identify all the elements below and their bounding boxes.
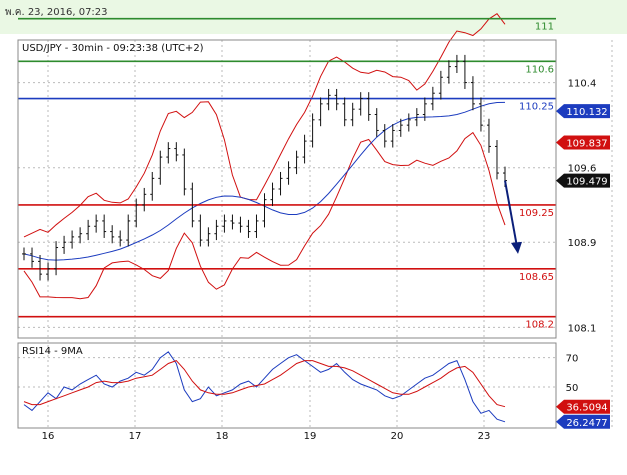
x-tick-5: 23 (478, 431, 491, 442)
moving-average (23, 101, 506, 261)
rsi-badge-1: 26.2477 (556, 414, 610, 429)
level-label-1: 110.6 (525, 64, 554, 75)
rsi-y-tick-0: 70 (566, 354, 579, 365)
y-tick-0: 110.4 (568, 79, 597, 90)
price-badge-1-text: 109.837 (566, 138, 607, 149)
x-tick-0: 16 (42, 431, 55, 442)
price-badge-2: 109.479 (556, 173, 610, 188)
y-tick-1: 109.6 (568, 164, 597, 175)
main-chart-title: USD/JPY - 30min - 09:23:38 (UTC+2) (22, 43, 204, 54)
forecast-arrow-shaft (504, 180, 518, 248)
price-bars (22, 54, 522, 281)
price-badge-0-text: 110.132 (566, 107, 607, 118)
level-label-2: 110.25 (519, 102, 554, 113)
forecast-arrow-head (511, 241, 522, 254)
x-tick-4: 20 (391, 431, 404, 442)
level-label-0: 111 (535, 22, 554, 33)
rsi-y-tick-1: 50 (566, 383, 579, 394)
x-tick-3: 19 (304, 431, 317, 442)
main-plot-frame (17, 39, 557, 339)
x-tick-1: 17 (129, 431, 142, 442)
price-badge-2-text: 109.479 (566, 177, 607, 188)
x-tick-2: 18 (216, 431, 229, 442)
rsi-badge-1-text: 26.2477 (566, 418, 607, 429)
level-label-4: 108.65 (519, 272, 554, 283)
level-label-3: 109.25 (519, 208, 554, 219)
bollinger-bands (23, 13, 506, 300)
rsi-chart-title: RSI14 - 9MA (22, 346, 83, 357)
level-label-5: 108.2 (525, 320, 554, 331)
rsi-plot-frame (17, 342, 557, 429)
rsi-badge-0: 36.5094 (556, 399, 610, 414)
rsi-ma-line (23, 360, 506, 408)
y-tick-2: 108.9 (568, 238, 597, 249)
y-tick-3: 108.1 (568, 323, 597, 334)
rsi-badge-0-text: 36.5094 (566, 403, 607, 414)
usdjpy-chart: 111 110.6 110.25 109.25 108.65 108.2 USD/JPY … (17, 13, 613, 442)
support-resistance-levels: 111 110.6 110.25 109.25 108.65 108.2 (18, 17, 556, 331)
price-badge-0: 110.132 (556, 104, 610, 119)
price-badge-1: 109.837 (556, 135, 610, 150)
